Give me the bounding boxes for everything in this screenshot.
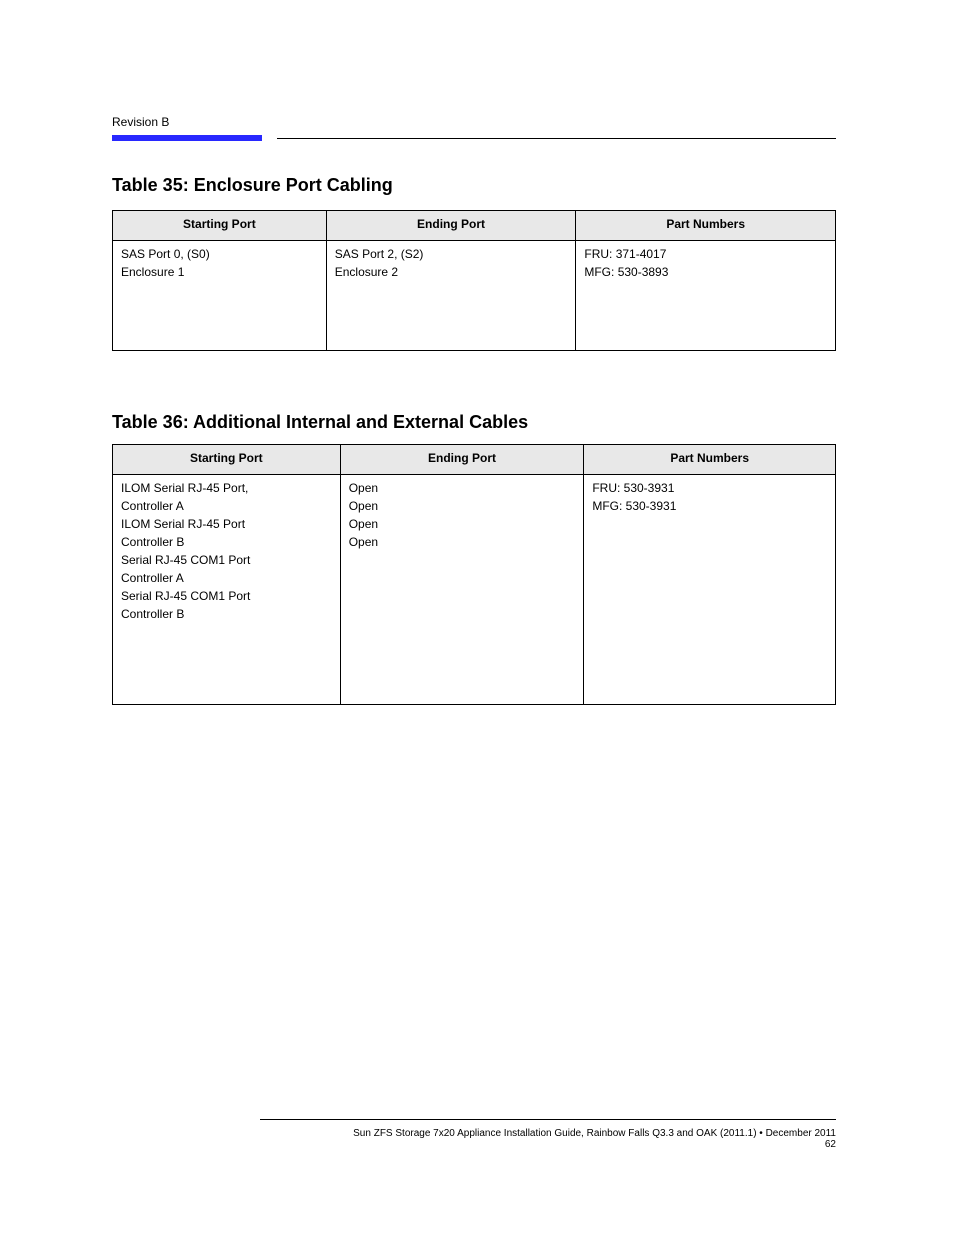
- table-row: Starting Port Ending Port Part Numbers: [113, 211, 836, 241]
- cell-text: SAS Port 0, (S0): [121, 247, 318, 261]
- table-36-cell-start: ILOM Serial RJ-45 Port, Controller A ILO…: [113, 475, 341, 705]
- table-row: Starting Port Ending Port Part Numbers: [113, 445, 836, 475]
- cell-text: FRU: 371-4017: [584, 247, 827, 261]
- footer-rule: [260, 1119, 836, 1120]
- cell-text: Open: [349, 499, 576, 513]
- table-36-cell-parts: FRU: 530-3931 MFG: 530-3931: [584, 475, 836, 705]
- table-35-header-end: Ending Port: [326, 211, 576, 241]
- table-36-header-start: Starting Port: [113, 445, 341, 475]
- table-35-cell-parts: FRU: 371-4017 MFG: 530-3893: [576, 241, 836, 351]
- table-36-title: Table 36: Additional Internal and Extern…: [112, 412, 528, 433]
- footer-page-number: 62: [260, 1139, 836, 1150]
- cell-text: MFG: 530-3931: [592, 499, 827, 513]
- cell-text: FRU: 530-3931: [592, 481, 827, 495]
- cell-text: MFG: 530-3893: [584, 265, 827, 279]
- cell-text: Controller A: [121, 571, 332, 585]
- page: Revision B Table 35: Enclosure Port Cabl…: [0, 0, 954, 1235]
- header-thin-rule: [277, 138, 836, 139]
- cell-text: ILOM Serial RJ-45 Port,: [121, 481, 332, 495]
- header-rule: [112, 131, 836, 145]
- cell-text: Enclosure 2: [335, 265, 568, 279]
- table-36-header-parts: Part Numbers: [584, 445, 836, 475]
- cell-text: Controller B: [121, 607, 332, 621]
- page-footer: Sun ZFS Storage 7x20 Appliance Installat…: [260, 1119, 836, 1150]
- table-35-header-parts: Part Numbers: [576, 211, 836, 241]
- cell-text: SAS Port 2, (S2): [335, 247, 568, 261]
- table-36: Starting Port Ending Port Part Numbers I…: [112, 444, 836, 705]
- cell-text: Open: [349, 481, 576, 495]
- header-revision-label: Revision B: [112, 115, 836, 129]
- page-header: Revision B: [112, 115, 836, 145]
- cell-text: Controller B: [121, 535, 332, 549]
- cell-text: ILOM Serial RJ-45 Port: [121, 517, 332, 531]
- table-36-cell-end: Open Open Open Open: [340, 475, 584, 705]
- table-35-title: Table 35: Enclosure Port Cabling: [112, 175, 393, 196]
- table-35: Starting Port Ending Port Part Numbers S…: [112, 210, 836, 351]
- cell-text: Enclosure 1: [121, 265, 318, 279]
- table-36-header-end: Ending Port: [340, 445, 584, 475]
- table-35-header-start: Starting Port: [113, 211, 327, 241]
- cell-text: Open: [349, 517, 576, 531]
- cell-text: Open: [349, 535, 576, 549]
- cell-text: Serial RJ-45 COM1 Port: [121, 553, 332, 567]
- table-row: ILOM Serial RJ-45 Port, Controller A ILO…: [113, 475, 836, 705]
- table-35-cell-start: SAS Port 0, (S0) Enclosure 1: [113, 241, 327, 351]
- cell-text: Serial RJ-45 COM1 Port: [121, 589, 332, 603]
- table-35-cell-end: SAS Port 2, (S2) Enclosure 2: [326, 241, 576, 351]
- footer-doc-title: Sun ZFS Storage 7x20 Appliance Installat…: [260, 1128, 836, 1139]
- cell-text: Controller A: [121, 499, 332, 513]
- header-blue-bar: [112, 135, 262, 141]
- table-row: SAS Port 0, (S0) Enclosure 1 SAS Port 2,…: [113, 241, 836, 351]
